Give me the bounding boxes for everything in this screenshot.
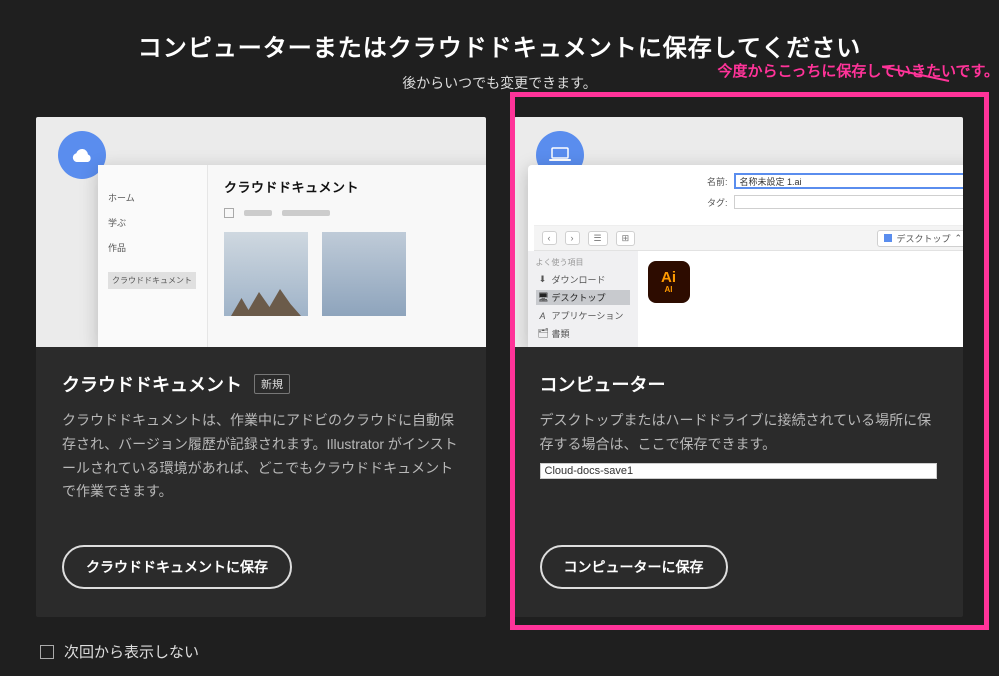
finder-name-input xyxy=(734,173,964,189)
new-badge: 新規 xyxy=(254,374,290,394)
finder-window-mock: 名前: タグ: ‹ › ☰ ⊞ デスクトップ ⌃ xyxy=(528,165,964,347)
cloud-window-mock: ホーム 学ぶ 作品 クラウドドキュメント クラウドドキュメント xyxy=(98,165,486,347)
cloud-thumbnail xyxy=(322,232,406,316)
finder-location-dropdown: デスクトップ ⌃ xyxy=(877,230,963,247)
annotation-text: 今度からこっちに保存していきたいです。 xyxy=(717,60,999,81)
finder-sidebar-docs: 🗂書類 xyxy=(536,326,630,341)
save-to-computer-button[interactable]: コンピューターに保存 xyxy=(540,545,728,589)
cloud-card-desc: クラウドドキュメントは、作業中にアドビのクラウドに自動保存され、バージョン履歴が… xyxy=(62,409,460,504)
computer-card-title: コンピューター xyxy=(540,371,666,397)
cloud-select-all xyxy=(224,208,234,218)
finder-name-label: 名前: xyxy=(698,175,728,188)
dialog-title: コンピューターまたはクラウドドキュメントに保存してください xyxy=(0,28,999,63)
computer-preview: 名前: タグ: ‹ › ☰ ⊞ デスクトップ ⌃ xyxy=(514,117,964,347)
save-to-cloud-button[interactable]: クラウドドキュメントに保存 xyxy=(62,545,292,589)
cloud-card: ホーム 学ぶ 作品 クラウドドキュメント クラウドドキュメント xyxy=(36,117,486,617)
finder-view-button: ☰ xyxy=(588,231,608,246)
cloud-card-title: クラウドドキュメント xyxy=(62,371,242,397)
finder-forward-button: › xyxy=(565,231,580,245)
dont-show-label[interactable]: 次回から表示しない xyxy=(64,641,199,662)
cloud-window-heading: クラウドドキュメント xyxy=(224,177,486,196)
cloud-sort-bar xyxy=(244,210,272,216)
illustrator-file-icon: Ai AI xyxy=(648,261,690,303)
cloud-sort-bar xyxy=(282,210,330,216)
cloud-side-learn: 学ぶ xyxy=(108,216,197,229)
dont-show-checkbox[interactable] xyxy=(40,645,54,659)
finder-sidebar-downloads: ⬇ダウンロード xyxy=(536,272,630,287)
finder-sidebar-desktop: 🖥デスクトップ xyxy=(536,290,630,305)
cloud-thumbnail xyxy=(224,232,308,316)
finder-sidebar-header: よく使う項目 xyxy=(536,257,630,268)
finder-back-button: ‹ xyxy=(542,231,557,245)
cloud-preview: ホーム 学ぶ 作品 クラウドドキュメント クラウドドキュメント xyxy=(36,117,486,347)
cloud-side-home: ホーム xyxy=(108,191,197,204)
finder-tag-input xyxy=(734,195,964,209)
computer-card: 名前: タグ: ‹ › ☰ ⊞ デスクトップ ⌃ xyxy=(514,117,964,617)
cloud-side-pill: クラウドドキュメント xyxy=(108,272,196,289)
finder-grid-button: ⊞ xyxy=(616,231,636,246)
cloud-side-works: 作品 xyxy=(108,241,197,254)
finder-tag-label: タグ: xyxy=(698,196,728,209)
tooltip: Cloud-docs-save1 xyxy=(540,463,938,479)
computer-card-desc: デスクトップまたはハードドライブに接続されている場所に保存する場合は、ここで保存… xyxy=(540,409,938,457)
finder-sidebar-apps: Aアプリケーション xyxy=(536,308,630,323)
